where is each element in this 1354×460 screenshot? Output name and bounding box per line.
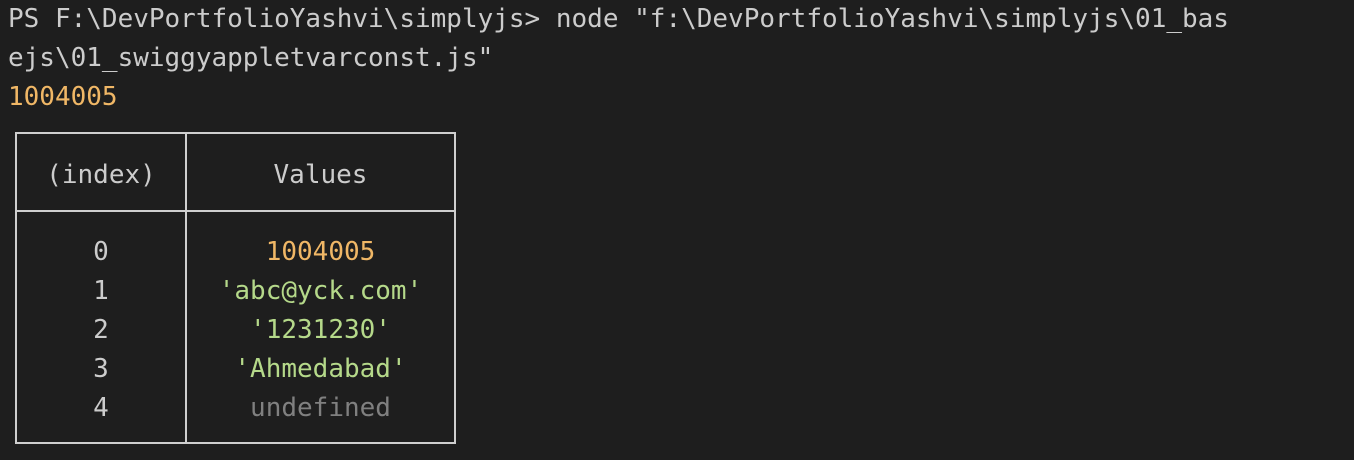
terminal-output[interactable]: PS F:\DevPortfolioYashvi\simplyjs> node …: [8, 0, 1348, 117]
command-line-2: ejs\01_swiggyappletvarconst.js": [8, 43, 494, 73]
table-cell-index: 1: [93, 276, 109, 306]
table-header-values: Values: [273, 160, 368, 190]
table-row: 1 'abc@yck.com': [17, 272, 454, 311]
table-cell-value: 'abc@yck.com': [218, 276, 423, 306]
table-cell-value: undefined: [250, 393, 391, 423]
table-cell-value: '1231230': [250, 315, 391, 345]
table-cell-value: 'Ahmedabad': [234, 354, 407, 384]
command-line-1: PS F:\DevPortfolioYashvi\simplyjs> node …: [8, 4, 1229, 34]
table-header-index: (index): [46, 160, 156, 190]
table-row: 4 undefined: [17, 389, 454, 428]
table-cell-value: 1004005: [265, 237, 376, 267]
console-table: (index) Values 0 1004005 1 'abc@yck.com'…: [15, 132, 456, 444]
table-cell-index: 4: [93, 393, 109, 423]
console-log-output: 1004005: [8, 82, 118, 112]
table-header-divider: [17, 210, 454, 212]
table-row: 2 '1231230': [17, 311, 454, 350]
table-cell-index: 0: [93, 237, 109, 267]
table-row: 3 'Ahmedabad': [17, 350, 454, 389]
table-row: 0 1004005: [17, 233, 454, 272]
table-cell-index: 2: [93, 315, 109, 345]
table-cell-index: 3: [93, 354, 109, 384]
